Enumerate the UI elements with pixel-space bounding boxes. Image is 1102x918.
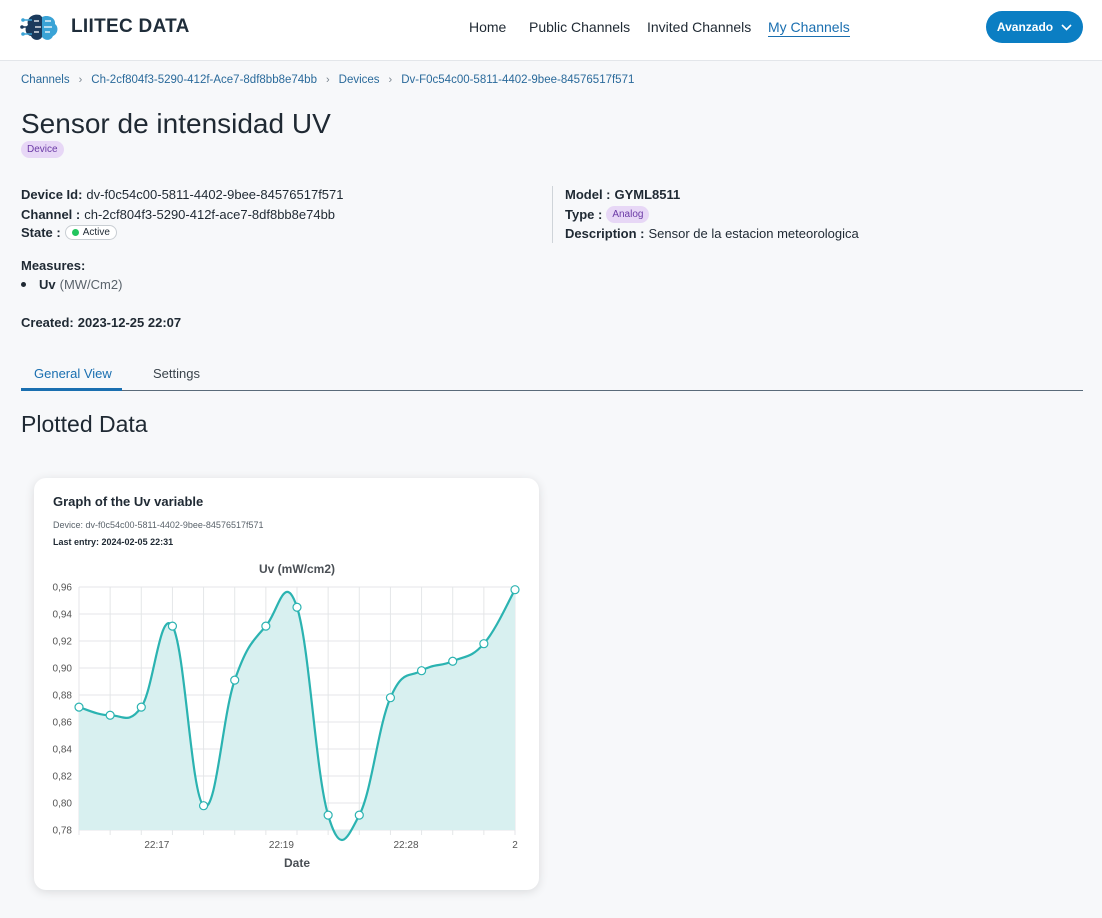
breadcrumb-channels[interactable]: Channels [21, 74, 70, 86]
y-tick-label: 0,90 [53, 664, 73, 675]
state-row: State : Active [21, 225, 117, 240]
measure-unit: (MW/Cm2) [59, 277, 123, 292]
created-label: Created: [21, 315, 74, 330]
breadcrumb: Channels › Ch-2cf804f3-5290-412f-Ace7-8d… [21, 74, 634, 86]
page-title: Sensor de intensidad UV [21, 108, 331, 139]
state-label: State : [21, 225, 61, 240]
device-id-label: Device Id: [21, 187, 83, 202]
data-point [198, 801, 209, 811]
last-entry-label: Last entry: [53, 537, 100, 547]
data-point [323, 810, 333, 820]
y-tick-label: 0,78 [53, 826, 73, 837]
data-point [74, 702, 84, 712]
data-point [510, 585, 520, 595]
breadcrumb-channel-id[interactable]: Ch-2cf804f3-5290-412f-Ace7-8df8bb8e74bb [91, 74, 317, 86]
channel-row: Channel : ch-2cf804f3-5290-412f-ace7-8df… [21, 207, 335, 222]
breadcrumb-devices[interactable]: Devices [339, 74, 380, 86]
model-row: Model : GYML8511 [565, 187, 680, 202]
nav-my-channels[interactable]: My Channels [768, 19, 850, 37]
chart-card-device: Device: dv-f0c54c00-5811-4402-9bee-84576… [53, 520, 264, 530]
chart-area-fill [79, 589, 515, 841]
description-label: Description : [565, 226, 645, 241]
measure-name: Uv [39, 277, 56, 292]
type-label: Type : [565, 207, 603, 222]
x-axis-label: Date [284, 856, 310, 870]
nav-public-channels[interactable]: Public Channels [529, 19, 630, 35]
chart-title: Uv (mW/cm2) [259, 562, 335, 576]
data-point [385, 693, 396, 703]
status-badge: Active [64, 225, 117, 240]
chevron-right-icon: › [388, 74, 393, 86]
y-tick-label: 0,88 [53, 691, 73, 702]
created-value: 2023-12-25 22:07 [77, 315, 182, 330]
model-value: GYML8511 [614, 187, 681, 202]
data-point [416, 666, 427, 676]
status-text: Active [82, 227, 110, 238]
brain-circuit-icon[interactable] [20, 11, 62, 43]
data-point [105, 710, 115, 720]
x-tick-label: 22:19 [269, 840, 294, 851]
section-title: Plotted Data [21, 411, 148, 437]
data-point [230, 675, 240, 685]
y-tick-label: 0,96 [53, 583, 73, 594]
nav-home[interactable]: Home [469, 19, 506, 35]
measures-label: Measures: [21, 258, 86, 273]
x-tick-label: 2 [512, 840, 518, 851]
description-value: Sensor de la estacion meteorologica [648, 226, 859, 241]
channel-label: Channel : [21, 207, 81, 222]
brand-name[interactable]: LIITEC DATA [71, 16, 190, 38]
y-tick-label: 0,80 [53, 799, 73, 810]
data-point [354, 810, 364, 820]
info-divider [552, 186, 553, 243]
breadcrumb-device-id[interactable]: Dv-F0c54c00-5811-4402-9bee-84576517f571 [401, 74, 634, 86]
list-item: Uv (MW/Cm2) [21, 277, 122, 292]
chart-card-title: Graph of the Uv variable [53, 494, 204, 509]
data-point [261, 621, 271, 631]
channel-value: ch-2cf804f3-5290-412f-ace7-8df8bb8e74bb [84, 207, 336, 222]
chart-card-last-entry: Last entry: 2024-02-05 22:31 [53, 537, 173, 547]
active-tab-indicator [21, 388, 122, 391]
user-menu-button[interactable]: Avanzado [986, 11, 1083, 43]
y-tick-label: 0,92 [53, 637, 73, 648]
last-entry-value: 2024-02-05 22:31 [101, 537, 174, 547]
chevron-right-icon: › [78, 74, 83, 86]
data-point [448, 656, 458, 666]
user-menu-label: Avanzado [996, 20, 1054, 34]
y-tick-label: 0,82 [53, 772, 73, 783]
y-tick-label: 0,94 [53, 610, 73, 621]
device-type-badge: Device [21, 141, 64, 158]
status-dot-icon [71, 229, 79, 236]
top-navbar: LIITEC DATA Home Public Channels Invited… [0, 0, 1102, 61]
device-id-value: dv-f0c54c00-5811-4402-9bee-84576517f571 [86, 187, 344, 202]
data-point [136, 702, 146, 712]
chevron-right-icon: › [325, 74, 330, 86]
tab-general-view[interactable]: General View [34, 366, 112, 381]
created-row: Created: 2023-12-25 22:07 [21, 315, 181, 330]
data-point [292, 602, 302, 612]
type-row: Type : Analog [565, 206, 650, 223]
chart-card: Graph of the Uv variable Device: dv-f0c5… [34, 478, 539, 890]
bullet-icon [21, 282, 26, 287]
type-badge: Analog [606, 206, 650, 223]
y-tick-label: 0,86 [53, 718, 73, 729]
data-point [167, 621, 178, 631]
tabs-divider [21, 390, 1083, 391]
chevron-down-icon [1061, 23, 1072, 31]
x-tick-label: 22:17 [144, 840, 169, 851]
x-tick-label: 22:28 [393, 840, 418, 851]
uv-line-chart[interactable]: Uv (mW/cm2) 0,96 0,94 0,92 0,90 0,88 0,86 0,84 0… [34, 554, 539, 884]
description-row: Description : Sensor de la estacion mete… [565, 226, 859, 241]
measures-heading: Measures: [21, 258, 85, 273]
device-id-row: Device Id: dv-f0c54c00-5811-4402-9bee-84… [21, 187, 344, 202]
data-point [479, 639, 489, 649]
tab-settings[interactable]: Settings [153, 366, 200, 381]
y-tick-label: 0,84 [53, 745, 73, 756]
nav-invited-channels[interactable]: Invited Channels [647, 19, 751, 35]
model-label: Model : [565, 187, 611, 202]
